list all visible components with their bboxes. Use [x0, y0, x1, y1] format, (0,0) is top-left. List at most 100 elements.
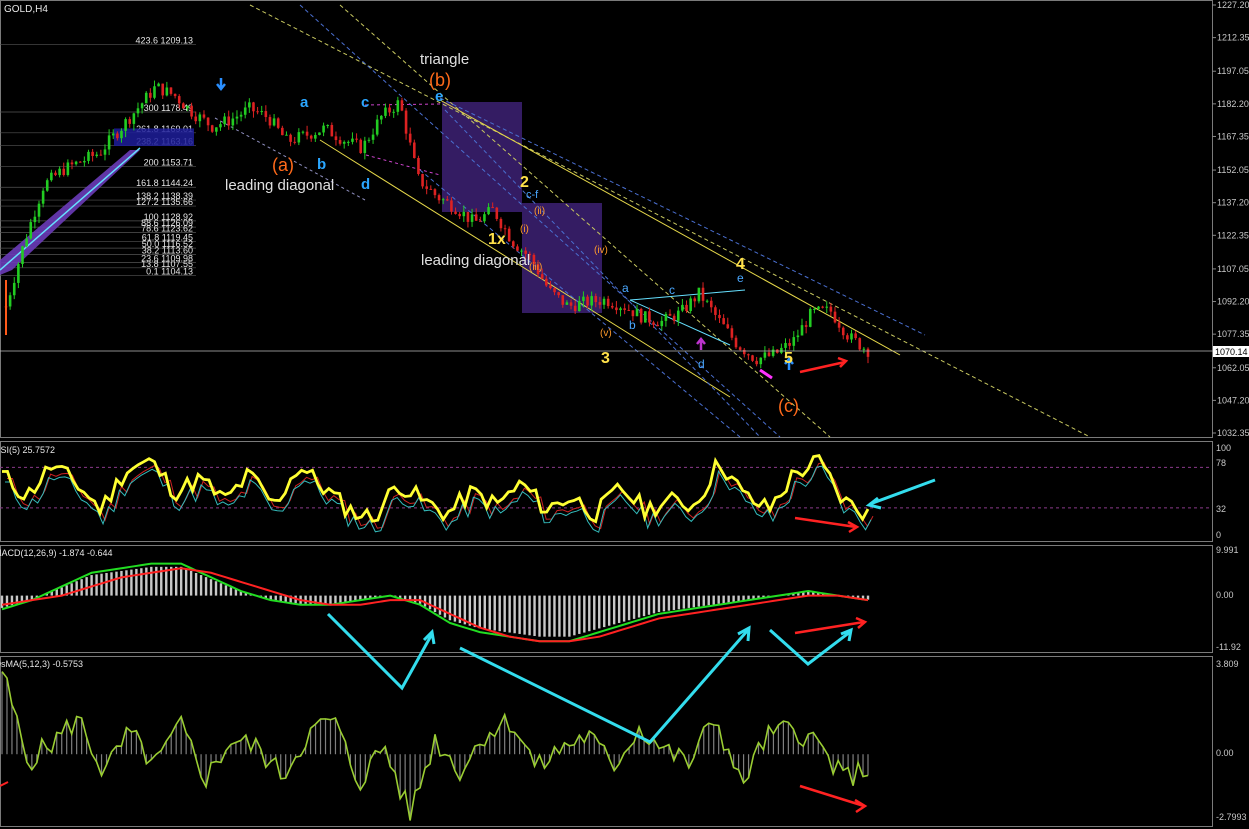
candle-body	[235, 116, 239, 119]
candle-body	[355, 138, 358, 140]
rsi-red-arrow	[794, 516, 857, 529]
macd-histogram-bar	[503, 595, 506, 632]
osma-bar	[812, 732, 814, 755]
rsi-cyan-arrow	[869, 478, 936, 506]
candle-body	[371, 134, 375, 140]
candle-body	[487, 207, 490, 215]
candle-body	[759, 357, 763, 365]
candle-body	[153, 86, 156, 98]
macd-histogram-bar	[179, 566, 183, 596]
candle-body	[429, 188, 433, 190]
macd-histogram-bar	[637, 595, 641, 618]
osma-bar	[11, 704, 13, 755]
candle-body	[586, 296, 589, 306]
osma-indicator	[1, 671, 869, 821]
macd-histogram-bar	[194, 573, 198, 596]
osma-bar	[76, 716, 78, 755]
candle-body	[454, 211, 457, 214]
candle-body	[598, 302, 602, 305]
candle-body	[450, 200, 453, 212]
macd-histogram-bar	[657, 595, 661, 613]
candle-body	[800, 325, 804, 336]
candle-body	[330, 125, 334, 137]
macd-histogram-bar	[150, 566, 153, 596]
macd-histogram-bar	[692, 595, 696, 608]
macd-histogram-bar	[563, 595, 566, 637]
osma-bar	[359, 754, 361, 790]
candle-body	[553, 288, 556, 293]
macd-histogram-bar	[672, 595, 676, 610]
osma-bar	[135, 730, 137, 755]
candle-body	[182, 103, 185, 109]
osma-bar	[394, 754, 396, 773]
osma-bar	[519, 738, 521, 755]
candle-body	[573, 305, 577, 312]
candle-body	[99, 154, 103, 156]
candle-body	[334, 136, 338, 141]
macd-histogram-bar	[438, 595, 442, 615]
candle-body	[681, 304, 684, 311]
label-c-orange: (c)	[778, 396, 799, 416]
macd-histogram-bar	[349, 595, 352, 602]
candle-body	[590, 296, 593, 306]
candle-body	[417, 157, 420, 175]
candle-body	[714, 307, 717, 315]
macd-panel-frame	[0, 545, 1213, 653]
macd-histogram-bar	[344, 595, 347, 602]
candle-body	[66, 162, 70, 176]
osma-bar	[399, 754, 401, 799]
osma-bar	[210, 754, 212, 763]
macd-title: MACD(12,26,9) -1.874 -0.644	[0, 548, 113, 558]
osma-bar	[792, 729, 794, 755]
candle-body	[833, 311, 837, 323]
candle-body	[817, 306, 820, 309]
macd-histogram-bar	[578, 595, 581, 634]
candle-body	[91, 151, 94, 156]
label-small-a: a	[622, 281, 629, 295]
osma-bar	[494, 736, 496, 755]
label-roman-iv: (iv)	[594, 245, 608, 256]
label-b-orange: (b)	[429, 70, 451, 90]
candle-body	[854, 333, 857, 339]
candle-body	[821, 306, 824, 308]
macd-histogram-bar	[543, 595, 546, 637]
price-tick-label: 1182.20	[1217, 99, 1249, 109]
candle-body	[116, 133, 119, 139]
osma-bar	[663, 746, 665, 755]
osma-bar	[329, 719, 332, 755]
candle-body	[367, 139, 371, 141]
macd-histogram-bar	[304, 595, 307, 604]
candle-body	[289, 134, 292, 142]
macd-histogram-bar	[329, 595, 332, 604]
rsi-level-100: 100	[1216, 443, 1231, 453]
osma-bar	[598, 743, 600, 755]
osma-bar	[130, 731, 133, 755]
candle-body	[50, 172, 53, 181]
label-wave-3: 3	[601, 350, 610, 367]
candle-body	[664, 313, 668, 321]
macd-histogram-bar	[588, 595, 591, 632]
macd-histogram-bar	[617, 595, 621, 623]
candle-body	[808, 308, 812, 327]
osma-bar	[31, 754, 33, 770]
price-tick-label: 1047.20	[1217, 395, 1249, 405]
macd-histogram-bar	[573, 595, 576, 636]
osma-bar	[514, 732, 516, 755]
macd-histogram-bar	[214, 581, 218, 596]
price-chart[interactable]: 423.6 1209.13300 1178.49261.8 1169.01238…	[0, 0, 1249, 829]
macd-histogram-bar	[105, 573, 108, 596]
candle-body	[404, 110, 408, 134]
osma-bar	[285, 754, 287, 779]
macd-histogram-bar	[140, 568, 143, 596]
fib-label: 127.2 1135.66	[136, 197, 193, 207]
candle-body	[631, 310, 635, 317]
candle-body	[491, 207, 494, 209]
price-tick-label: 1152.05	[1217, 165, 1249, 175]
label-triangle: triangle	[420, 51, 469, 68]
candle-body	[227, 116, 231, 126]
candle-body	[124, 119, 127, 131]
macd-histogram-bar	[443, 595, 447, 618]
candle-body	[751, 355, 754, 361]
candle-body	[268, 117, 272, 126]
candle-body	[400, 100, 404, 111]
